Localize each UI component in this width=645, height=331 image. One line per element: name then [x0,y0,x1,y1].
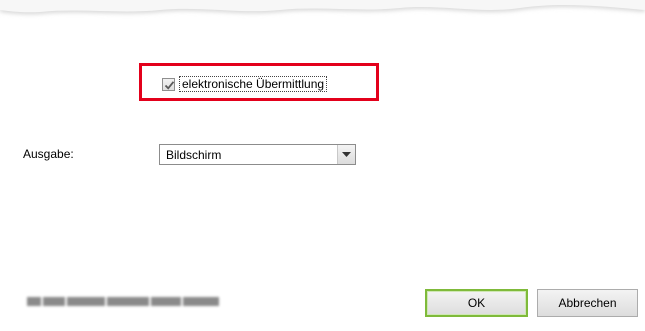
chevron-down-icon[interactable] [337,145,355,164]
electronic-transmission-checkbox[interactable] [162,77,175,91]
electronic-transmission-label[interactable]: elektronische Übermittlung [179,76,328,92]
cancel-button[interactable]: Abbrechen [537,289,638,317]
ok-button[interactable]: OK [425,289,528,317]
torn-edge [0,0,645,15]
blurred-text [27,294,222,307]
output-select[interactable]: Bildschirm [159,144,356,165]
dialog: elektronische Übermittlung Ausgabe: Bild… [0,0,645,331]
output-label: Ausgabe: [23,147,74,161]
output-select-value: Bildschirm [166,147,222,162]
electronic-transmission-checkbox-row[interactable]: elektronische Übermittlung [162,76,328,92]
check-icon [164,80,175,90]
